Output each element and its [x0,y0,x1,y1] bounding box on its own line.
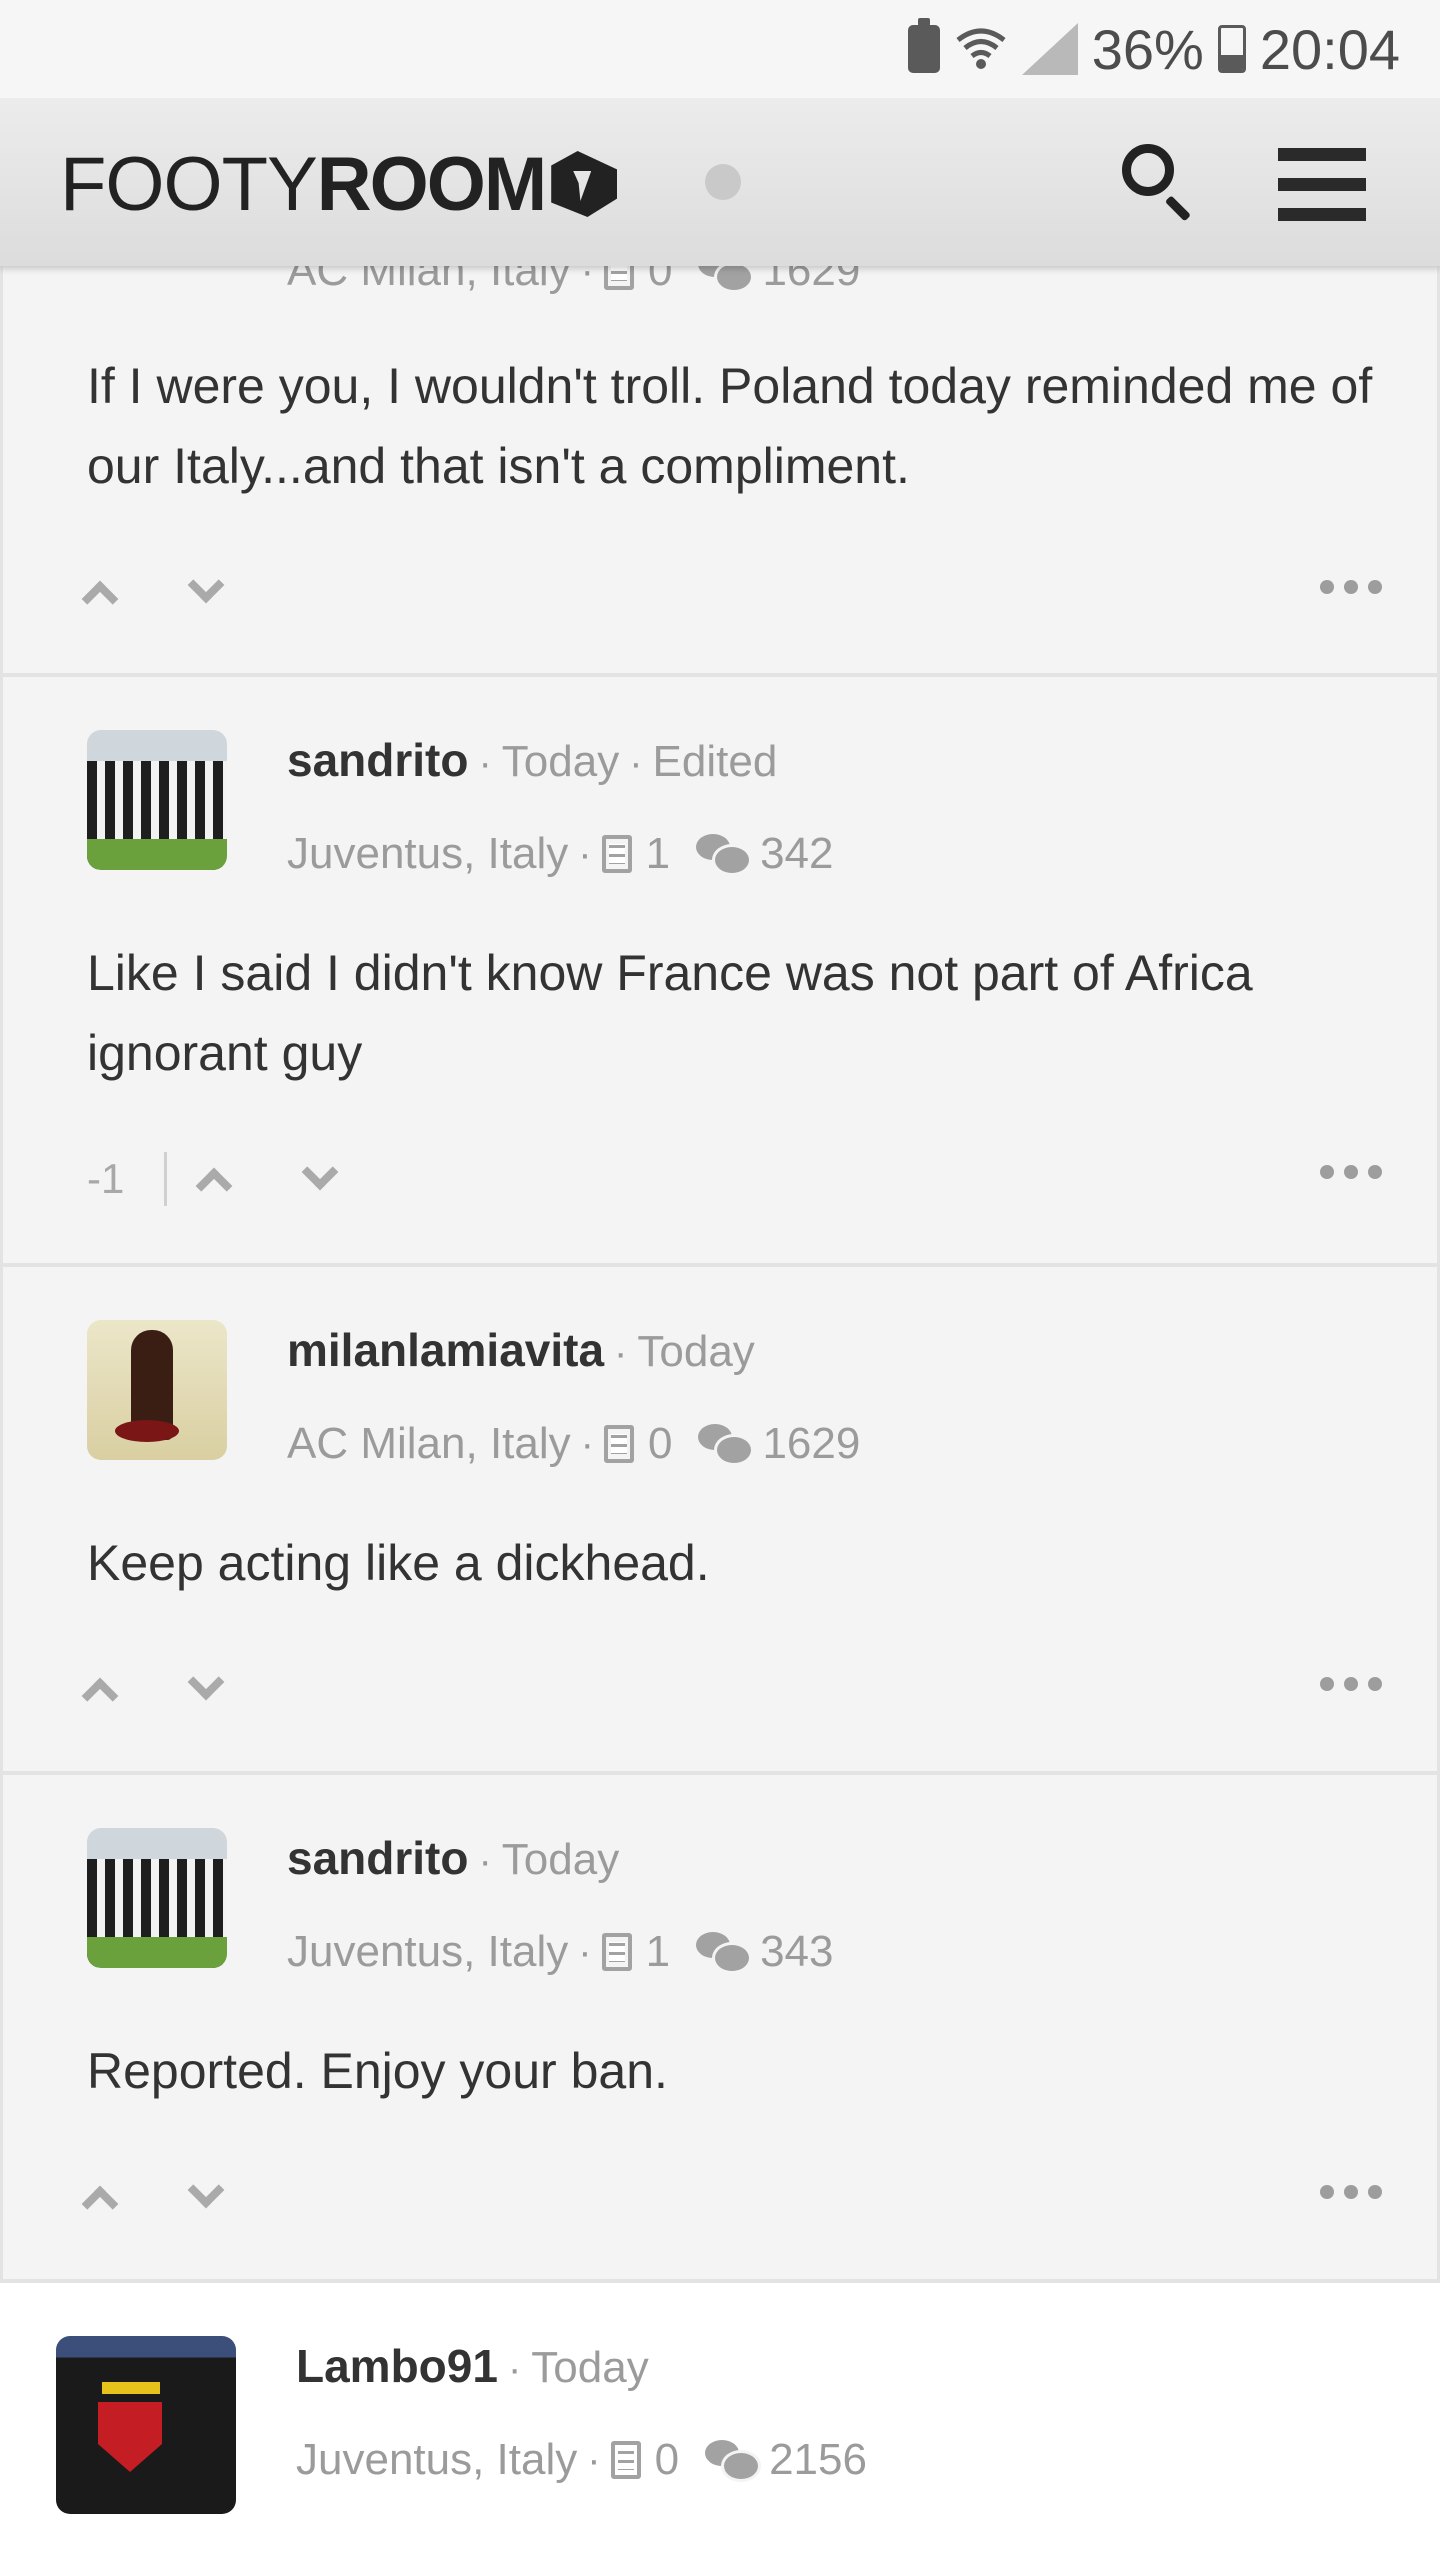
battery-percent: 36% [1091,17,1204,81]
replies-icon [698,1424,755,1466]
upvote-button[interactable] [81,2185,119,2223]
menu-button[interactable] [1278,148,1366,221]
live-dot-icon[interactable] [705,164,741,200]
edited-label: Edited [652,737,778,786]
logo-text-light: FOOTY [60,141,318,227]
more-options-button[interactable] [1320,1165,1382,1179]
posts-count: 1 [645,1927,671,1976]
avatar[interactable] [87,1320,227,1460]
battery-level-fill [1220,54,1243,70]
more-options-button[interactable] [1320,1677,1382,1691]
replies-icon [696,1932,753,1974]
search-icon [1122,144,1174,196]
upvote-button[interactable] [195,1167,233,1205]
more-options-button[interactable] [1320,580,1382,594]
user-club: Juventus, Italy [296,2435,578,2484]
username[interactable]: milanlamiavita [287,1323,604,1377]
posts-icon [601,1933,632,1971]
comment-item: sandrito · Today · Edited Juventus, Ital… [0,677,1440,1267]
replies-icon [705,2440,762,2482]
posts-icon [601,835,632,873]
replies-count: 1629 [762,1419,861,1468]
battery-saver-icon [907,18,940,73]
search-button[interactable] [1118,140,1198,222]
comment-time: Today [531,2343,649,2392]
posts-count: 1 [645,829,671,878]
posts-icon [610,2441,641,2479]
replies-icon [696,834,753,876]
vote-score: -1 [87,1155,125,1202]
wifi-icon [954,22,1008,76]
replies-count: 2156 [769,2435,867,2484]
footyroom-logo[interactable]: FOOTY ROOM [60,142,618,227]
user-club: Juventus, Italy [287,1927,569,1976]
username[interactable]: sandrito [287,733,468,787]
comment-time: Today [501,1835,620,1884]
comment-item: sandrito · Today Juventus, Italy · 1 343… [0,1775,1440,2283]
avatar[interactable] [87,1828,227,1968]
downvote-button[interactable] [187,2171,225,2209]
downvote-button[interactable] [187,566,225,604]
replies-count: 343 [760,1927,834,1976]
username[interactable]: sandrito [287,1831,468,1885]
comment-time: Today [501,737,620,786]
comment-item: Lambo91 · Today Juventus, Italy · 0 2156 [0,2283,1440,2560]
replies-count: 342 [760,829,834,878]
posts-count: 0 [654,2435,680,2484]
status-bar: 36% 20:04 [0,0,1440,98]
battery-icon [1217,25,1246,73]
logo-text-bold: ROOM [316,141,547,227]
more-options-button[interactable] [1320,2185,1382,2199]
upvote-button[interactable] [81,580,119,618]
clock: 20:04 [1259,17,1400,81]
comment-text: If I were you, I wouldn't troll. Poland … [87,358,1373,494]
upvote-button[interactable] [81,1677,119,1715]
downvote-button[interactable] [187,1663,225,1701]
posts-count: 0 [647,1419,673,1468]
comment-text: Keep acting like a dickhead. [87,1535,710,1591]
avatar[interactable] [56,2336,236,2514]
comment-item: milanlamiavita · Today AC Milan, Italy ·… [0,1267,1440,1775]
user-club: Juventus, Italy [287,829,569,878]
username[interactable]: Lambo91 [296,2339,498,2393]
avatar[interactable] [87,730,227,870]
comment-text: Reported. Enjoy your ban. [87,2043,668,2099]
posts-icon [603,1425,634,1463]
user-club: AC Milan, Italy [287,1419,571,1468]
signal-icon [1021,23,1078,75]
downvote-button[interactable] [301,1153,339,1191]
comment-time: Today [637,1327,755,1376]
footyroom-logo-mark-icon [551,151,618,217]
comment-text: Like I said I didn't know France was not… [87,945,1253,1081]
